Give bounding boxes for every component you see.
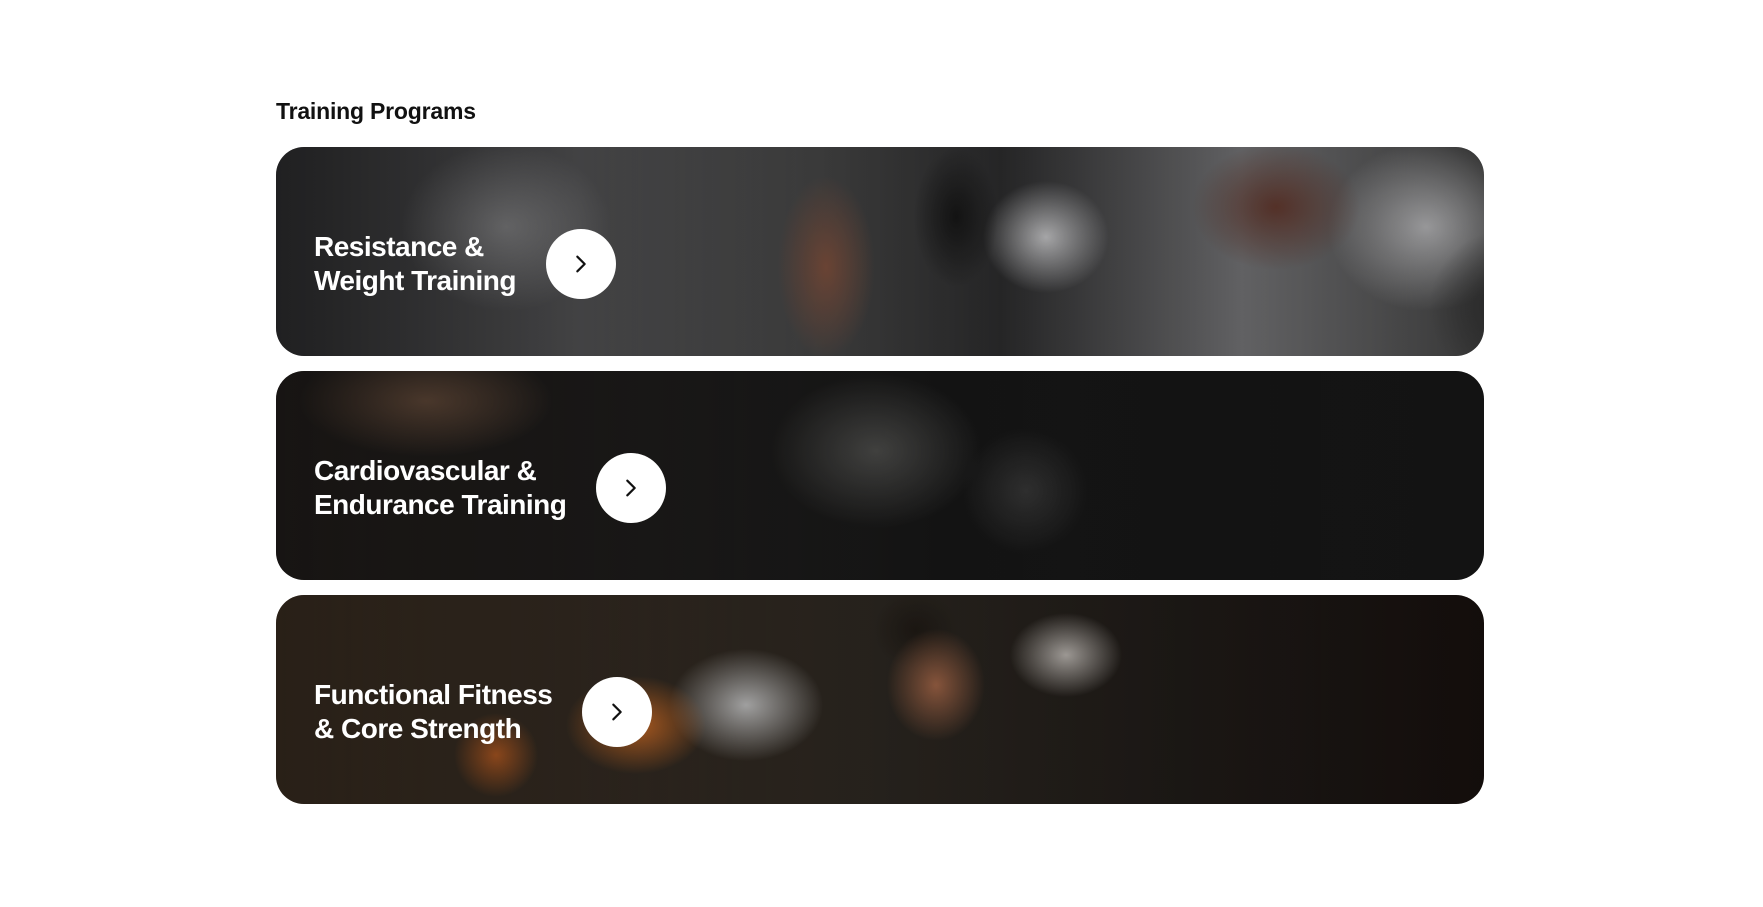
program-cards-list: Resistance & Weight Training Cardiovascu… <box>276 147 1484 804</box>
chevron-right-icon <box>612 703 623 720</box>
program-card-title: Functional Fitness & Core Strength <box>314 678 553 744</box>
program-card-cardio[interactable]: Cardiovascular & Endurance Training <box>276 371 1484 580</box>
program-card-arrow-button[interactable] <box>596 452 667 523</box>
program-card-functional[interactable]: Functional Fitness & Core Strength <box>276 595 1484 804</box>
program-card-title: Cardiovascular & Endurance Training <box>314 454 567 520</box>
program-card-arrow-button[interactable] <box>545 228 616 299</box>
program-card-resistance[interactable]: Resistance & Weight Training <box>276 147 1484 356</box>
section-title: Training Programs <box>276 98 476 124</box>
program-card-arrow-button[interactable] <box>582 676 653 747</box>
chevron-right-icon <box>576 255 586 272</box>
training-programs-section: Training Programs Resistance & Weight Tr… <box>276 95 1484 804</box>
program-card-title: Resistance & Weight Training <box>314 230 516 296</box>
chevron-right-icon <box>626 479 637 496</box>
